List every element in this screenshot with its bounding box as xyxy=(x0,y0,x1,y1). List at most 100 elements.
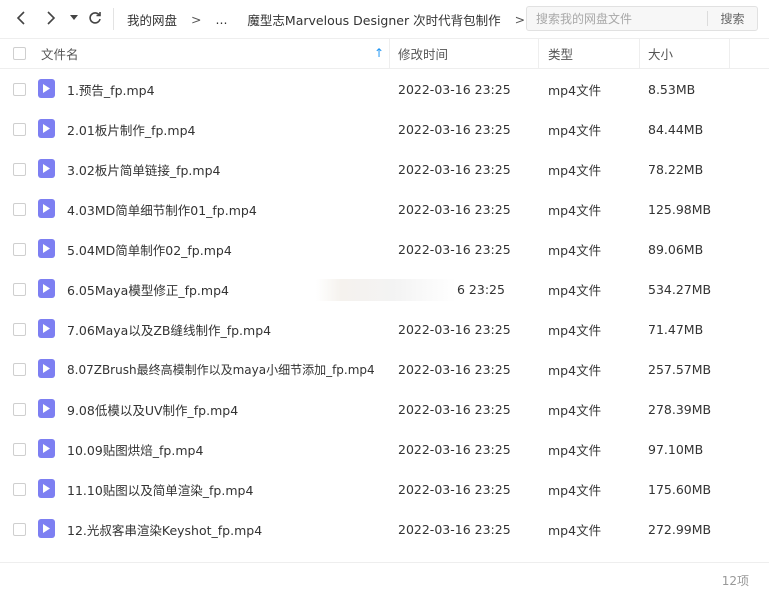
item-count: 12项 xyxy=(721,574,749,588)
caret-down-icon[interactable] xyxy=(66,7,82,29)
table-row[interactable]: 10.09贴图烘焙_fp.mp4 2022-03-16 23:25 mp4文件 … xyxy=(0,429,769,469)
breadcrumb-root[interactable]: 我的网盘 xyxy=(127,10,177,29)
row-checkbox[interactable] xyxy=(13,163,26,176)
chevron-right-icon[interactable] xyxy=(40,7,62,29)
refresh-icon[interactable] xyxy=(84,7,106,29)
file-modified: 2022-03-16 23:25 xyxy=(398,241,511,257)
row-checkbox[interactable] xyxy=(13,243,26,256)
file-name[interactable]: 11.10贴图以及简单渲染_fp.mp4 xyxy=(67,469,253,509)
video-file-icon xyxy=(38,439,55,458)
video-file-icon xyxy=(38,319,55,338)
file-modified: 2022-03-16 23:25 xyxy=(398,121,511,137)
file-modified: 2022-03-16 23:25 xyxy=(398,361,511,377)
row-checkbox[interactable] xyxy=(13,83,26,96)
column-header-name[interactable]: 文件名 xyxy=(41,39,79,68)
breadcrumb-arrow[interactable]: > xyxy=(515,12,525,27)
breadcrumb-ellipsis[interactable]: ... xyxy=(216,12,228,27)
column-divider[interactable] xyxy=(729,39,730,68)
file-size: 89.06MB xyxy=(648,241,704,257)
file-size: 534.27MB xyxy=(648,281,712,297)
file-name[interactable]: 12.光叔客串渲染Keyshot_fp.mp4 xyxy=(67,509,262,549)
file-type: mp4文件 xyxy=(548,402,602,418)
file-size: 8.53MB xyxy=(648,81,696,97)
table-row[interactable]: 1.预告_fp.mp4 2022-03-16 23:25 mp4文件 8.53M… xyxy=(0,69,769,109)
row-checkbox[interactable] xyxy=(13,203,26,216)
file-name[interactable]: 9.08低模以及UV制作_fp.mp4 xyxy=(67,389,238,429)
file-type: mp4文件 xyxy=(548,442,602,458)
table-header: 文件名 ↑ 修改时间 类型 大小 xyxy=(0,38,769,69)
file-size: 278.39MB xyxy=(648,401,712,417)
table-row[interactable]: 12.光叔客串渲染Keyshot_fp.mp4 2022-03-16 23:25… xyxy=(0,509,769,549)
table-row[interactable]: 3.02板片简单链接_fp.mp4 2022-03-16 23:25 mp4文件… xyxy=(0,149,769,189)
file-name[interactable]: 7.06Maya以及ZB缝线制作_fp.mp4 xyxy=(67,309,271,349)
sort-ascending-icon[interactable]: ↑ xyxy=(374,46,384,60)
file-name[interactable]: 8.07ZBrush最终高模制作以及maya小细节添加_fp.mp4 xyxy=(67,349,375,389)
file-name[interactable]: 5.04MD简单制作02_fp.mp4 xyxy=(67,229,232,269)
table-row[interactable]: 8.07ZBrush最终高模制作以及maya小细节添加_fp.mp4 2022-… xyxy=(0,349,769,389)
row-checkbox[interactable] xyxy=(13,523,26,536)
search-button[interactable]: 搜索 xyxy=(708,10,757,27)
file-modified: 2022-03-16 23:25 xyxy=(398,521,511,537)
chevron-left-icon[interactable] xyxy=(10,7,32,29)
toolbar-divider xyxy=(113,8,114,30)
status-bar: 12项 xyxy=(0,562,769,594)
video-file-icon xyxy=(38,239,55,258)
file-modified: 6 23:25 xyxy=(457,281,505,297)
table-row[interactable]: 5.04MD简单制作02_fp.mp4 2022-03-16 23:25 mp4… xyxy=(0,229,769,269)
row-checkbox[interactable] xyxy=(13,123,26,136)
breadcrumb-arrow: > xyxy=(191,11,202,27)
column-header-modified[interactable]: 修改时间 xyxy=(398,39,448,68)
file-size: 84.44MB xyxy=(648,121,704,137)
breadcrumb: 我的网盘 > ... 魔型志Marvelous Designer 次时代背包制作… xyxy=(127,0,539,38)
column-divider[interactable] xyxy=(538,39,539,68)
video-file-icon xyxy=(38,119,55,138)
file-size: 97.10MB xyxy=(648,441,704,457)
table-row[interactable]: 6.05Maya模型修正_fp.mp4 6 23:25 mp4文件 534.27… xyxy=(0,269,769,309)
file-name[interactable]: 4.03MD简单细节制作01_fp.mp4 xyxy=(67,189,257,229)
row-checkbox[interactable] xyxy=(13,283,26,296)
breadcrumb-current[interactable]: 魔型志Marvelous Designer 次时代背包制作 xyxy=(247,10,500,29)
file-size: 71.47MB xyxy=(648,321,704,337)
file-modified: 2022-03-16 23:25 xyxy=(398,441,511,457)
file-name[interactable]: 1.预告_fp.mp4 xyxy=(67,69,155,109)
video-file-icon xyxy=(38,399,55,418)
file-size: 272.99MB xyxy=(648,521,712,537)
video-file-icon xyxy=(38,199,55,218)
table-row[interactable]: 4.03MD简单细节制作01_fp.mp4 2022-03-16 23:25 m… xyxy=(0,189,769,229)
column-divider[interactable] xyxy=(389,39,390,68)
video-file-icon xyxy=(38,79,55,98)
table-row[interactable]: 2.01板片制作_fp.mp4 2022-03-16 23:25 mp4文件 8… xyxy=(0,109,769,149)
file-type: mp4文件 xyxy=(548,242,602,258)
file-name[interactable]: 6.05Maya模型修正_fp.mp4 xyxy=(67,269,229,309)
table-row[interactable]: 9.08低模以及UV制作_fp.mp4 2022-03-16 23:25 mp4… xyxy=(0,389,769,429)
file-type: mp4文件 xyxy=(548,162,602,178)
file-modified: 2022-03-16 23:25 xyxy=(398,401,511,417)
search-input[interactable] xyxy=(527,7,707,30)
video-file-icon xyxy=(38,479,55,498)
row-checkbox[interactable] xyxy=(13,403,26,416)
row-checkbox[interactable] xyxy=(13,443,26,456)
table-row[interactable]: 7.06Maya以及ZB缝线制作_fp.mp4 2022-03-16 23:25… xyxy=(0,309,769,349)
file-type: mp4文件 xyxy=(548,122,602,138)
row-checkbox[interactable] xyxy=(13,323,26,336)
file-name[interactable]: 10.09贴图烘焙_fp.mp4 xyxy=(67,429,203,469)
image-smudge xyxy=(316,279,456,301)
column-header-size[interactable]: 大小 xyxy=(648,39,673,68)
file-type: mp4文件 xyxy=(548,482,602,498)
row-checkbox[interactable] xyxy=(13,363,26,376)
file-type: mp4文件 xyxy=(548,522,602,538)
file-modified: 2022-03-16 23:25 xyxy=(398,321,511,337)
video-file-icon xyxy=(38,279,55,298)
select-all-checkbox[interactable] xyxy=(13,47,26,60)
file-type: mp4文件 xyxy=(548,82,602,98)
video-file-icon xyxy=(38,159,55,178)
file-name[interactable]: 3.02板片简单链接_fp.mp4 xyxy=(67,149,220,189)
file-modified: 2022-03-16 23:25 xyxy=(398,201,511,217)
file-modified: 2022-03-16 23:25 xyxy=(398,481,511,497)
video-file-icon xyxy=(38,359,55,378)
table-row[interactable]: 11.10贴图以及简单渲染_fp.mp4 2022-03-16 23:25 mp… xyxy=(0,469,769,509)
row-checkbox[interactable] xyxy=(13,483,26,496)
file-name[interactable]: 2.01板片制作_fp.mp4 xyxy=(67,109,195,149)
column-divider[interactable] xyxy=(639,39,640,68)
column-header-type[interactable]: 类型 xyxy=(548,39,573,68)
